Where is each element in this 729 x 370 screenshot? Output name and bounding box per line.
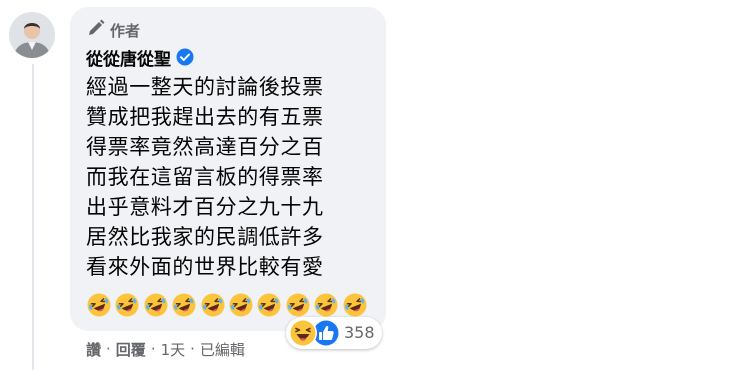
comment-line: 得票率竟然高達百分之百	[86, 135, 324, 159]
rolling-on-floor-laughing-icon	[200, 292, 226, 322]
avatar[interactable]	[9, 12, 55, 58]
author-badge-label: 作者	[110, 21, 141, 40]
rolling-on-floor-laughing-icon	[171, 292, 197, 322]
comment-text: 經過一整天的討論後投票 贊成把我趕出去的有五票 得票率竟然高達百分之百 而我在這…	[86, 72, 386, 282]
comment-line: 而我在這留言板的得票率	[86, 165, 324, 189]
separator-dot: ·	[190, 340, 195, 358]
reaction-summary[interactable]: 358	[286, 317, 382, 349]
comment-line: 出乎意料才百分之九十九	[86, 195, 324, 219]
pen-icon	[86, 18, 110, 42]
comment-line: 贊成把我趕出去的有五票	[86, 105, 324, 129]
like-link[interactable]: 讚	[86, 339, 101, 360]
author-badge: 作者	[86, 18, 140, 42]
haha-reaction-icon	[288, 318, 318, 352]
thread-line	[32, 64, 34, 370]
rolling-on-floor-laughing-icon	[228, 292, 254, 322]
comment-actions: 讚 · 回覆 · 1天 · 已編輯	[86, 338, 245, 360]
reply-link[interactable]: 回覆	[116, 339, 146, 360]
comment-line: 居然比我家的民調低許多	[86, 225, 324, 249]
rolling-on-floor-laughing-icon	[114, 292, 140, 322]
rolling-on-floor-laughing-icon	[86, 292, 112, 322]
separator-dot: ·	[150, 340, 156, 358]
comment-line: 看來外面的世界比較有愛	[86, 255, 324, 279]
edited-label[interactable]: 已編輯	[200, 339, 245, 360]
rolling-on-floor-laughing-icon	[256, 292, 282, 322]
author-name[interactable]: 從從唐從聖	[86, 45, 171, 70]
separator-dot: ·	[106, 340, 111, 358]
timestamp-link[interactable]: 1天	[161, 339, 186, 360]
reaction-count: 358	[344, 323, 375, 342]
verified-badge-icon	[176, 48, 194, 66]
comment-line: 經過一整天的討論後投票	[86, 75, 324, 99]
rolling-on-floor-laughing-icon	[143, 292, 169, 322]
